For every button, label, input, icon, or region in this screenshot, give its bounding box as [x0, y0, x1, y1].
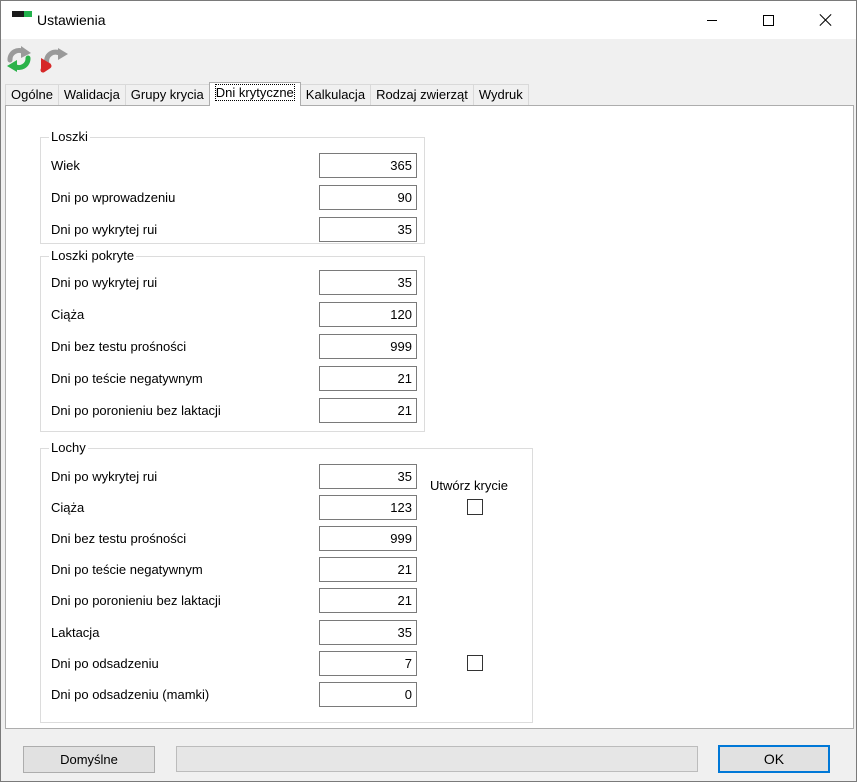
dni-po-wykrytej-rui-input[interactable]: [319, 464, 417, 489]
tab-page-dni-krytyczne: Loszki Wiek Dni po wprowadzeniu Dni po w…: [5, 105, 854, 729]
field-label: Dni po odsadzeniu: [51, 656, 159, 671]
laktacja-input[interactable]: [319, 620, 417, 645]
group-loszki: Loszki Wiek Dni po wprowadzeniu Dni po w…: [40, 129, 425, 244]
field-label: Dni po wprowadzeniu: [51, 190, 176, 205]
maximize-button[interactable]: [745, 1, 791, 39]
group-lochy: Lochy Utwórz krycie Dni po wykrytej rui …: [40, 440, 533, 723]
field-label: Dni po poronieniu bez laktacji: [51, 403, 221, 418]
group-loszki-pokryte: Loszki pokryte Dni po wykrytej rui Ciąża…: [40, 248, 425, 432]
close-icon: [819, 13, 833, 27]
ok-button[interactable]: OK: [718, 745, 830, 773]
dni-po-wykrytej-rui-input[interactable]: [319, 217, 417, 242]
dni-po-odsadzeniu-mamki-input[interactable]: [319, 682, 417, 707]
dni-po-odsadzeniu-input[interactable]: [319, 651, 417, 676]
dni-bez-testu-input[interactable]: [319, 334, 417, 359]
dni-po-poronieniu-input[interactable]: [319, 398, 417, 423]
field-label: Ciąża: [51, 500, 85, 515]
field-label: Dni po wykrytej rui: [51, 222, 158, 237]
dni-po-tescie-input[interactable]: [319, 366, 417, 391]
group-title: Loszki: [49, 129, 90, 144]
tab-dni-krytyczne[interactable]: Dni krytyczne: [208, 82, 301, 106]
field-label: Ciąża: [51, 307, 85, 322]
field-label: Dni bez testu prośności: [51, 531, 187, 546]
utworz-krycie-label: Utwórz krycie: [430, 478, 509, 493]
minimize-button[interactable]: [689, 1, 735, 39]
tab-strip: Ogólne Walidacja Grupy krycia Dni krytyc…: [5, 82, 529, 106]
progress-bar: [176, 746, 698, 772]
ciaza-input[interactable]: [319, 302, 417, 327]
tab-rodzaj-zwierzat[interactable]: Rodzaj zwierząt: [370, 84, 474, 106]
tab-wydruk[interactable]: Wydruk: [472, 84, 529, 106]
title-bar: Ustawienia: [1, 1, 856, 39]
refresh-icon[interactable]: [4, 44, 34, 74]
tab-dni-krytyczne-label: Dni krytyczne: [214, 84, 295, 101]
tab-kalkulacja[interactable]: Kalkulacja: [299, 84, 372, 106]
field-label: Dni po teście negatywnym: [51, 562, 203, 577]
group-title: Lochy: [49, 440, 88, 455]
field-label: Dni po wykrytej rui: [51, 469, 158, 484]
field-label: Dni po teście negatywnym: [51, 371, 203, 386]
tab-walidacja[interactable]: Walidacja: [57, 84, 126, 106]
default-button[interactable]: Domyślne: [23, 746, 155, 773]
dni-po-tescie-input[interactable]: [319, 557, 417, 582]
settings-window: Ustawienia Ogólne Walidacja Grupy krycia…: [0, 0, 857, 782]
field-label: Laktacja: [51, 625, 100, 640]
field-label: Dni po wykrytej rui: [51, 275, 158, 290]
close-button[interactable]: [803, 1, 849, 39]
wiek-input[interactable]: [319, 153, 417, 178]
field-label: Dni po odsadzeniu (mamki): [51, 687, 210, 702]
field-label: Wiek: [51, 158, 80, 173]
dni-bez-testu-input[interactable]: [319, 526, 417, 551]
toolbar: [1, 39, 856, 79]
utworz-krycie-odsadzenie-checkbox[interactable]: [467, 655, 483, 671]
dni-po-wykrytej-rui-input[interactable]: [319, 270, 417, 295]
window-title: Ustawienia: [37, 12, 106, 28]
tab-grupy-krycia[interactable]: Grupy krycia: [124, 84, 210, 106]
app-icon: [12, 11, 32, 19]
ciaza-input[interactable]: [319, 495, 417, 520]
tab-ogolne[interactable]: Ogólne: [5, 84, 59, 106]
dni-po-poronieniu-input[interactable]: [319, 588, 417, 613]
field-label: Dni bez testu prośności: [51, 339, 187, 354]
undo-icon[interactable]: [39, 44, 69, 74]
minimize-icon: [707, 19, 717, 21]
maximize-icon: [762, 14, 774, 26]
group-title: Loszki pokryte: [49, 248, 137, 263]
utworz-krycie-ciaza-checkbox[interactable]: [467, 499, 483, 515]
field-label: Dni po poronieniu bez laktacji: [51, 593, 221, 608]
dni-po-wprowadzeniu-input[interactable]: [319, 185, 417, 210]
